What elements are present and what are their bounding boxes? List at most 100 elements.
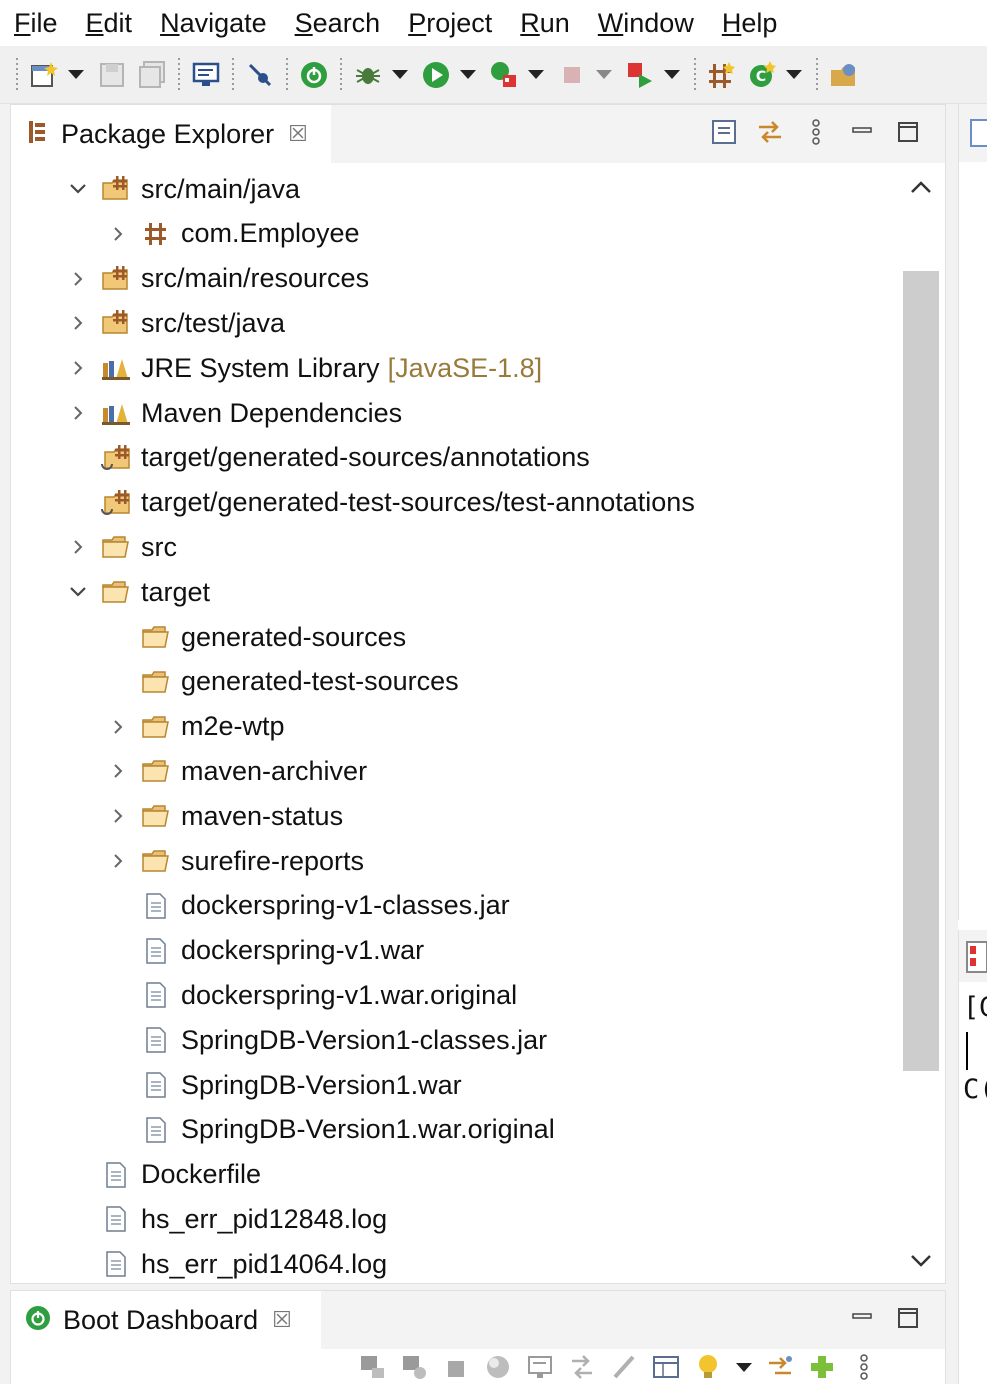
new-class-icon[interactable]: C [745, 58, 779, 92]
spring-boot-icon[interactable] [297, 58, 331, 92]
save-icon[interactable] [95, 58, 129, 92]
tree-item[interactable]: maven-status [107, 794, 343, 838]
new-package-icon[interactable] [705, 58, 739, 92]
tree-item[interactable]: target/generated-test-sources/test-annot… [67, 481, 695, 525]
expand-closed-icon[interactable] [107, 850, 129, 872]
restart-icon[interactable] [483, 1353, 513, 1381]
minimize-icon[interactable] [845, 1301, 879, 1335]
tree-item[interactable]: hs_err_pid12848.log [67, 1197, 387, 1241]
tree-item[interactable]: m2e-wtp [107, 705, 285, 749]
start-icon[interactable] [357, 1353, 387, 1381]
coverage-icon[interactable] [487, 58, 521, 92]
tree-item[interactable]: hs_err_pid14064.log [67, 1242, 387, 1286]
tree-item[interactable]: src/main/resources [67, 257, 369, 301]
tree-item[interactable]: SpringDB-Version1-classes.jar [107, 1018, 547, 1062]
tree-item[interactable]: JRE System Library [JavaSE-1.8] [67, 346, 542, 390]
expand-closed-icon[interactable] [67, 268, 89, 290]
tree-item[interactable]: target [67, 570, 210, 614]
new-class-dropdown-icon[interactable] [786, 70, 802, 79]
tree-item[interactable]: SpringDB-Version1.war [107, 1063, 462, 1107]
collapse-all-icon[interactable] [707, 115, 741, 149]
tree-item[interactable]: dockerspring-v1.war [107, 929, 424, 973]
expand-closed-icon[interactable] [67, 536, 89, 558]
expand-closed-icon[interactable] [107, 760, 129, 782]
open-type-icon[interactable] [827, 58, 861, 92]
close-icon[interactable]: ☒ [288, 121, 308, 147]
skip-breakpoints-icon[interactable] [243, 58, 277, 92]
view-menu-icon[interactable] [799, 115, 833, 149]
file-icon [141, 891, 171, 921]
run-dropdown-icon[interactable] [460, 70, 476, 79]
stop-icon[interactable] [441, 1353, 471, 1381]
external-tools-icon[interactable] [623, 58, 657, 92]
tree-item[interactable]: maven-archiver [107, 749, 367, 793]
console-icon[interactable] [525, 1353, 555, 1381]
menu-item[interactable]: Edit [86, 8, 133, 39]
tab-package-explorer[interactable]: Package Explorer ☒ [11, 105, 331, 163]
tree-item[interactable]: dockerspring-v1-classes.jar [107, 884, 510, 928]
terminal-icon[interactable] [189, 58, 223, 92]
tree-item-label: target/generated-test-sources/test-annot… [141, 487, 695, 518]
stop-dropdown-icon[interactable] [596, 70, 612, 79]
lightbulb-icon[interactable] [693, 1353, 723, 1381]
coverage-dropdown-icon[interactable] [528, 70, 544, 79]
expand-closed-icon[interactable] [67, 312, 89, 334]
menu-item[interactable]: Navigate [160, 8, 267, 39]
tree-item[interactable]: dockerspring-v1.war.original [107, 973, 517, 1017]
tree-item[interactable]: com.Employee [107, 212, 360, 256]
stop-icon[interactable] [555, 58, 589, 92]
edit-icon[interactable] [609, 1353, 639, 1381]
add-icon[interactable] [807, 1353, 837, 1381]
console-tab-partial[interactable] [959, 930, 987, 982]
expand-closed-icon[interactable] [107, 805, 129, 827]
menu-item[interactable]: Window [598, 8, 694, 39]
table-icon[interactable] [651, 1353, 681, 1381]
folder-icon [141, 801, 171, 831]
expand-open-icon[interactable] [67, 178, 89, 200]
tree-item[interactable]: src/test/java [67, 301, 285, 345]
boot-dashboard-view: Boot Dashboard ☒ [10, 1290, 946, 1384]
maximize-icon[interactable] [891, 115, 925, 149]
tab-boot-dashboard[interactable]: Boot Dashboard ☒ [11, 1291, 321, 1349]
tree-item[interactable]: generated-sources [107, 615, 406, 659]
menu-item[interactable]: File [14, 8, 58, 39]
tree-item[interactable]: src/main/java [67, 167, 300, 211]
minimize-icon[interactable] [845, 115, 879, 149]
new-wizard-icon[interactable] [27, 58, 61, 92]
tree-item[interactable]: target/generated-sources/annotations [67, 436, 590, 480]
expand-open-icon[interactable] [67, 581, 89, 603]
menu-item[interactable]: Project [408, 8, 492, 39]
tree-item[interactable]: Dockerfile [67, 1153, 261, 1197]
menu-item[interactable]: Search [295, 8, 381, 39]
expand-closed-icon[interactable] [67, 402, 89, 424]
debug-icon[interactable] [351, 58, 385, 92]
tree-item[interactable]: Maven Dependencies [67, 391, 402, 435]
expand-closed-icon[interactable] [107, 223, 129, 245]
scroll-up-icon[interactable] [903, 167, 939, 207]
view-menu-icon[interactable] [849, 1353, 879, 1381]
dropdown-arrow-icon[interactable] [735, 1353, 753, 1381]
link-with-editor-icon[interactable] [753, 115, 787, 149]
expand-closed-icon[interactable] [67, 357, 89, 379]
tree-item[interactable]: src [67, 525, 177, 569]
menu-item[interactable]: Help [722, 8, 778, 39]
vertical-scrollbar[interactable] [903, 167, 939, 1281]
run-icon[interactable] [419, 58, 453, 92]
maximize-icon[interactable] [891, 1301, 925, 1335]
external-tools-dropdown-icon[interactable] [664, 70, 680, 79]
close-icon[interactable]: ☒ [272, 1307, 292, 1333]
editor-tab-partial[interactable] [959, 104, 987, 162]
tree-item[interactable]: generated-test-sources [107, 660, 459, 704]
debug-icon[interactable] [399, 1353, 429, 1381]
tree-item[interactable]: SpringDB-Version1.war.original [107, 1108, 555, 1152]
filter-icon[interactable] [765, 1353, 795, 1381]
menu-item[interactable]: Run [520, 8, 570, 39]
save-all-icon[interactable] [135, 58, 169, 92]
scrollbar-thumb[interactable] [903, 271, 939, 1071]
tree-item[interactable]: surefire-reports [107, 839, 364, 883]
scroll-down-icon[interactable] [903, 1241, 939, 1281]
expand-closed-icon[interactable] [107, 716, 129, 738]
debug-dropdown-icon[interactable] [392, 70, 408, 79]
new-dropdown-icon[interactable] [68, 70, 84, 79]
open-browser-icon[interactable] [567, 1353, 597, 1381]
